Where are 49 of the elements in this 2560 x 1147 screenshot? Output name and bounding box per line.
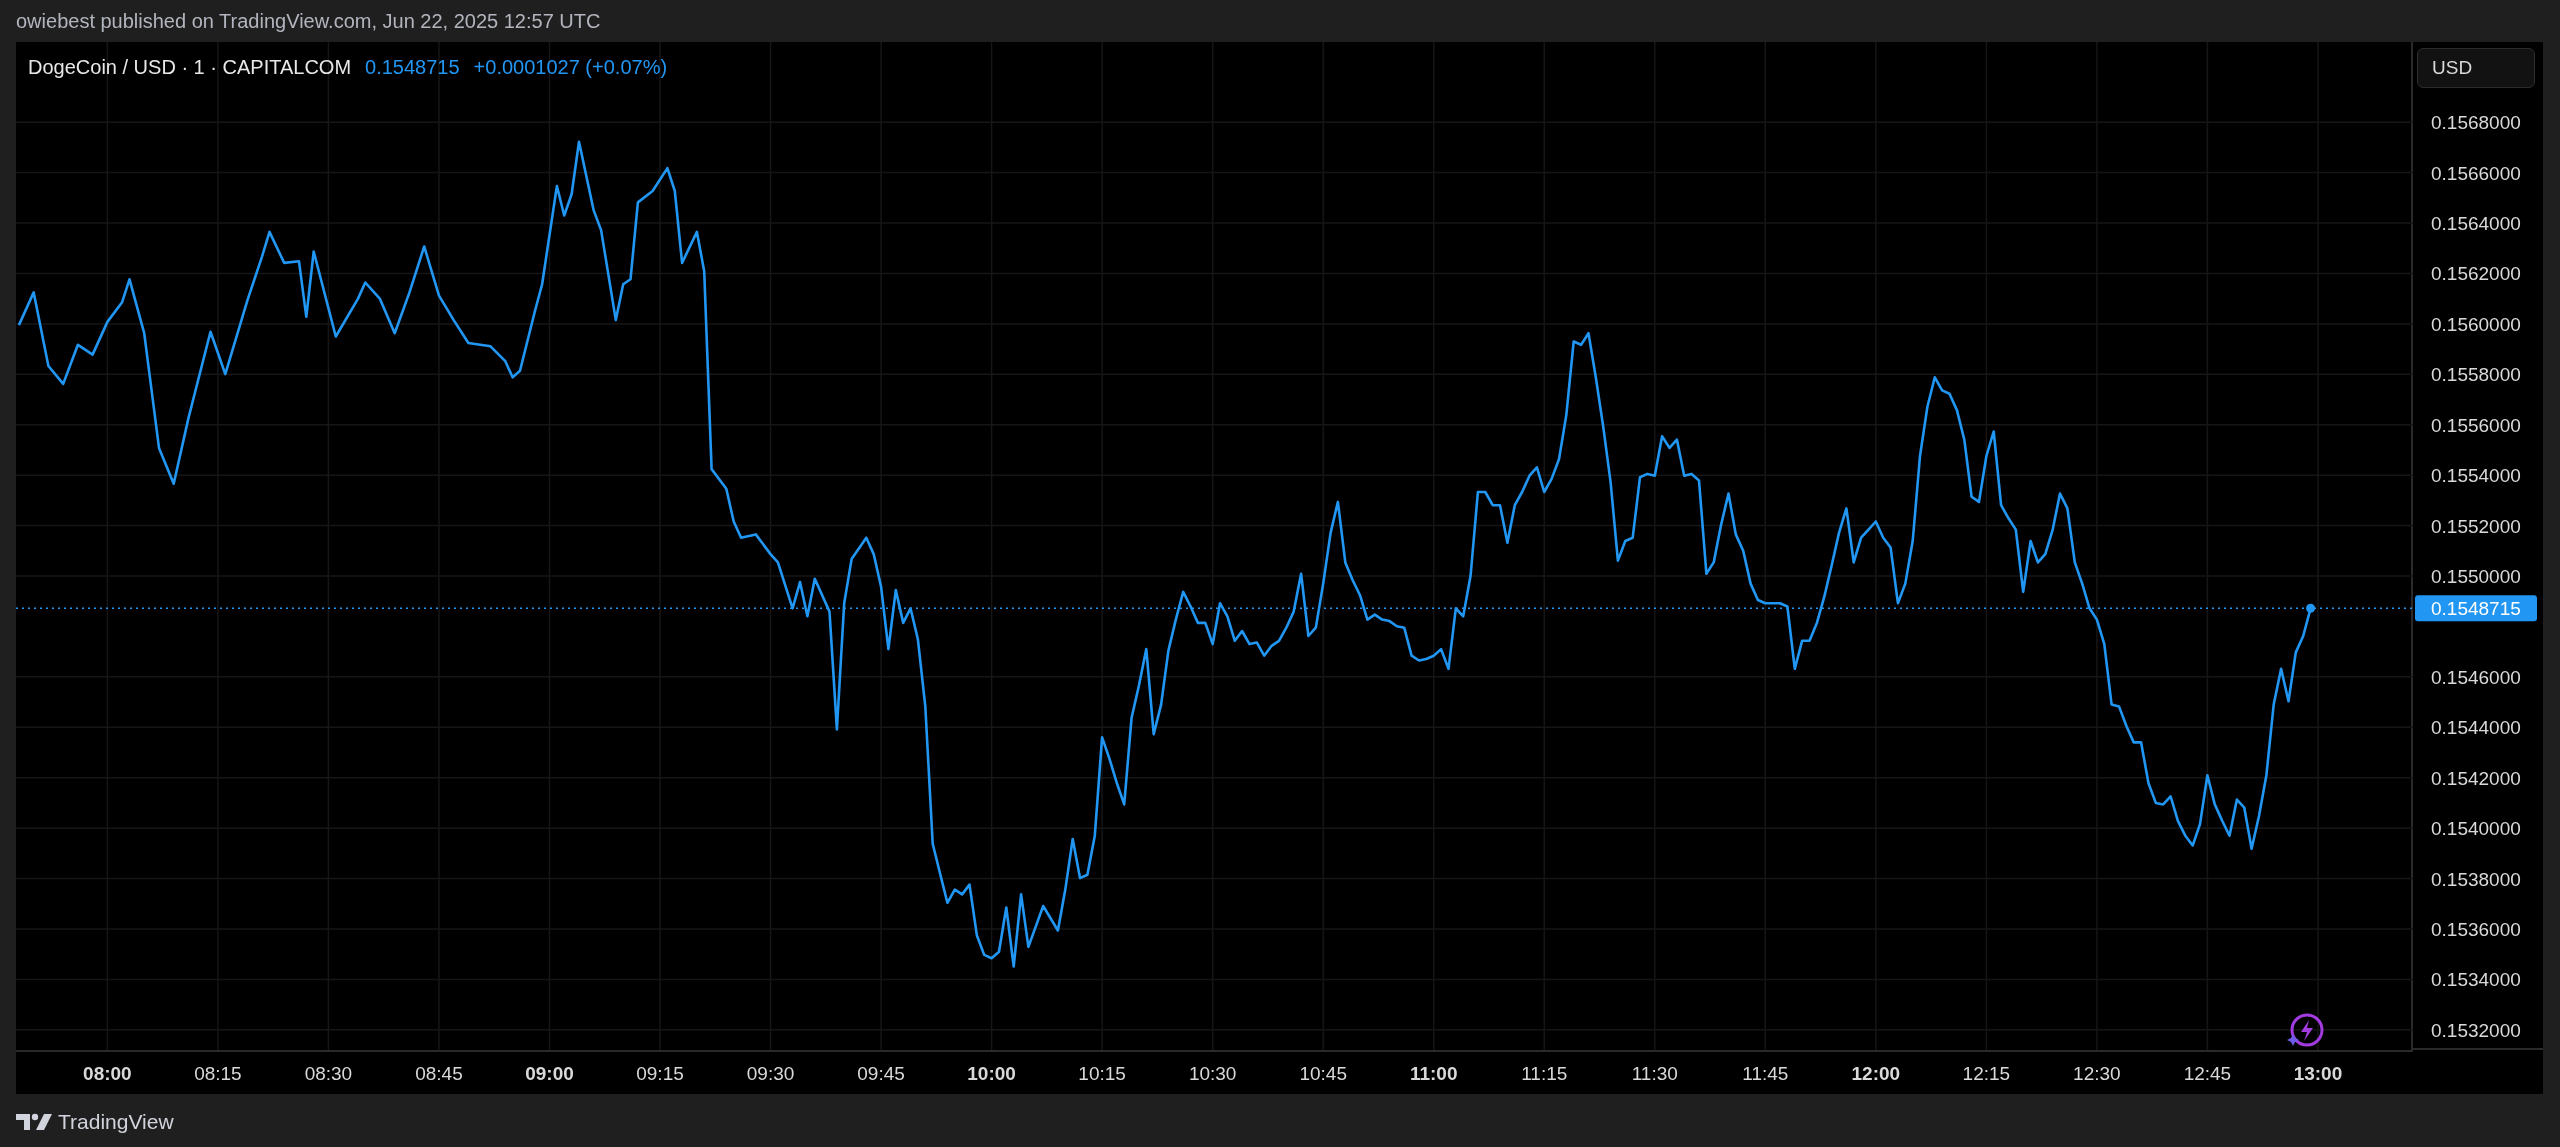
time-axis-label: 11:30 <box>1631 1063 1678 1084</box>
time-axis-label: 12:00 <box>1851 1063 1901 1084</box>
time-axis-label: 13:00 <box>2293 1063 2343 1084</box>
price-axis-label: 0.1564000 <box>2431 213 2521 235</box>
price-axis-label: 0.1568000 <box>2431 112 2521 134</box>
price-axis-label: 0.1540000 <box>2431 818 2521 840</box>
logo-icon <box>16 1111 52 1132</box>
time-axis-label: 12:30 <box>2073 1063 2121 1084</box>
time-axis-label: 09:45 <box>857 1063 905 1084</box>
time-axis-label: 08:15 <box>194 1063 242 1084</box>
time-axis-label: 12:45 <box>2183 1063 2232 1084</box>
price-axis-label: 0.1556000 <box>2431 414 2521 436</box>
lightning-icon[interactable] <box>2287 1013 2324 1047</box>
time-axis-label: 09:15 <box>636 1063 684 1084</box>
price-axis-label: 0.1560000 <box>2431 313 2521 335</box>
price-axis-label: 0.1566000 <box>2431 162 2521 184</box>
price-axis-label: 0.1538000 <box>2431 868 2521 890</box>
price-axis-label: 0.1532000 <box>2431 1019 2521 1041</box>
time-axis-label: 10:15 <box>1078 1063 1126 1084</box>
time-axis-label: 11:00 <box>1409 1063 1458 1084</box>
price-axis-label: 0.1542000 <box>2431 767 2521 789</box>
time-axis-label: 12:15 <box>1962 1063 2011 1084</box>
time-axis-label: 08:30 <box>304 1063 353 1084</box>
time-axis-label: 10:45 <box>1299 1063 1347 1084</box>
current-price-dot <box>2306 603 2316 613</box>
time-axis-label: 09:30 <box>746 1063 795 1084</box>
symbol-title: DogeCoin / USD · 1 · CAPITALCOM <box>28 56 352 79</box>
time-axis-label: 08:45 <box>415 1063 463 1084</box>
price-axis-label: 0.1552000 <box>2431 515 2521 537</box>
currency-button[interactable]: USD <box>2417 48 2535 88</box>
time-axis-label: 10:30 <box>1188 1063 1237 1084</box>
time-axis-label: 10:00 <box>967 1063 1016 1084</box>
time-axis-label: 11:15 <box>1521 1063 1568 1084</box>
price-change: +0.0001027 (+0.07%) <box>473 56 668 79</box>
time-axis-label: 09:00 <box>525 1063 574 1084</box>
price-axis-label: 0.1544000 <box>2431 717 2521 739</box>
price-axis-label: 0.1554000 <box>2431 465 2521 487</box>
price-axis-label: 0.1562000 <box>2431 263 2521 285</box>
price-axis-label: 0.1558000 <box>2431 364 2521 386</box>
last-price: 0.1548715 <box>365 56 460 79</box>
publisher-line: owiebest published on TradingView.com, Jun 22, 2025 12:57 UTC <box>16 9 601 33</box>
time-axis-label: 11:45 <box>1742 1063 1789 1084</box>
price-axis-label: 0.1536000 <box>2431 919 2521 940</box>
current-price-tag: 0.1548715 <box>2415 595 2537 622</box>
price-axis-label: 0.1546000 <box>2431 666 2521 688</box>
brand-name: TradingView <box>58 1109 174 1134</box>
price-axis-label: 0.1550000 <box>2431 566 2521 587</box>
time-axis-label: 08:00 <box>83 1063 132 1084</box>
price-axis-label: 0.1534000 <box>2431 969 2521 991</box>
